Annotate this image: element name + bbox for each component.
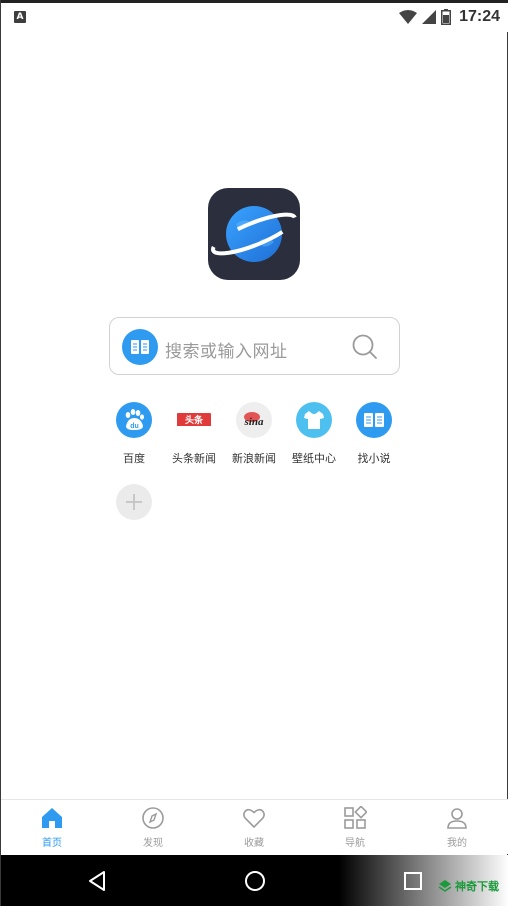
compass-icon [142, 807, 164, 829]
sina-logo-icon: sina [236, 402, 272, 438]
nav-label: 我的 [447, 838, 467, 849]
shortcut-label: 找小说 [357, 452, 391, 465]
shortcut-wallpaper[interactable]: 壁纸中心 [284, 402, 344, 466]
book-icon [356, 402, 392, 438]
sina-logo-text: sina [244, 416, 264, 428]
baidu-paw-icon: du [116, 402, 152, 438]
book-mode-icon[interactable] [122, 329, 158, 365]
shortcut-label: 新浪新闻 [232, 452, 276, 465]
search-input[interactable]: 搜索或输入网址 [165, 337, 288, 362]
nav-favorites[interactable]: 收藏 [224, 806, 284, 849]
nav-home[interactable]: 首页 [22, 806, 82, 849]
back-icon[interactable] [87, 870, 107, 892]
shortcut-baidu[interactable]: du 百度 [104, 402, 164, 466]
watermark: 神奇下载 [438, 878, 499, 894]
notification-a-icon: A [14, 11, 26, 23]
shortcut-label: 壁纸中心 [292, 452, 336, 465]
bottom-nav: 首页 发现 收藏 导航 我的 [1, 799, 508, 854]
svg-text:du: du [130, 423, 139, 430]
nav-label: 导航 [345, 838, 365, 849]
nav-label: 发现 [143, 838, 163, 849]
shortcut-sina[interactable]: sina 新浪新闻 [224, 402, 284, 466]
signal-icon [422, 10, 437, 24]
battery-icon [441, 9, 452, 25]
shortcut-novel[interactable]: 找小说 [344, 402, 404, 466]
grid-icon [344, 806, 367, 829]
home-icon [42, 808, 62, 828]
app-logo [208, 188, 300, 280]
add-shortcut-button[interactable] [116, 484, 152, 520]
nav-label: 收藏 [244, 838, 264, 849]
tshirt-icon [296, 402, 332, 438]
home-button-icon[interactable] [244, 870, 266, 892]
shortcut-toutiao[interactable]: 头条 头条新闻 [164, 402, 224, 466]
toutiao-logo-text: 头条 [185, 414, 204, 426]
nav-navigation[interactable]: 导航 [325, 806, 385, 849]
plus-icon [126, 494, 142, 510]
nav-profile[interactable]: 我的 [427, 806, 487, 849]
watermark-logo-icon [438, 880, 452, 892]
status-indicators: 17:24 [399, 6, 500, 28]
planet-logo-icon [210, 206, 298, 262]
system-nav-bar: 神奇下载 [1, 855, 508, 906]
status-top-edge [1, 0, 508, 3]
heart-icon [243, 808, 265, 829]
toutiao-logo-icon: 头条 [176, 402, 212, 438]
person-icon [447, 808, 467, 829]
nav-discover[interactable]: 发现 [123, 806, 183, 849]
wifi-icon [399, 10, 418, 24]
status-bar: A 17:24 [1, 0, 508, 32]
search-bar[interactable]: 搜索或输入网址 [109, 317, 400, 375]
browser-home-screen: A 17:24 搜索或输入网址 du 百度 头条 头条新闻 sina 新浪新闻 … [0, 0, 508, 906]
shortcut-label: 头条新闻 [172, 452, 216, 465]
shortcut-label: 百度 [123, 452, 145, 465]
clock: 17:24 [459, 8, 500, 25]
nav-label: 首页 [42, 838, 62, 849]
recents-icon[interactable] [403, 871, 423, 891]
search-icon[interactable] [351, 333, 379, 361]
watermark-text: 神奇下载 [455, 880, 499, 893]
